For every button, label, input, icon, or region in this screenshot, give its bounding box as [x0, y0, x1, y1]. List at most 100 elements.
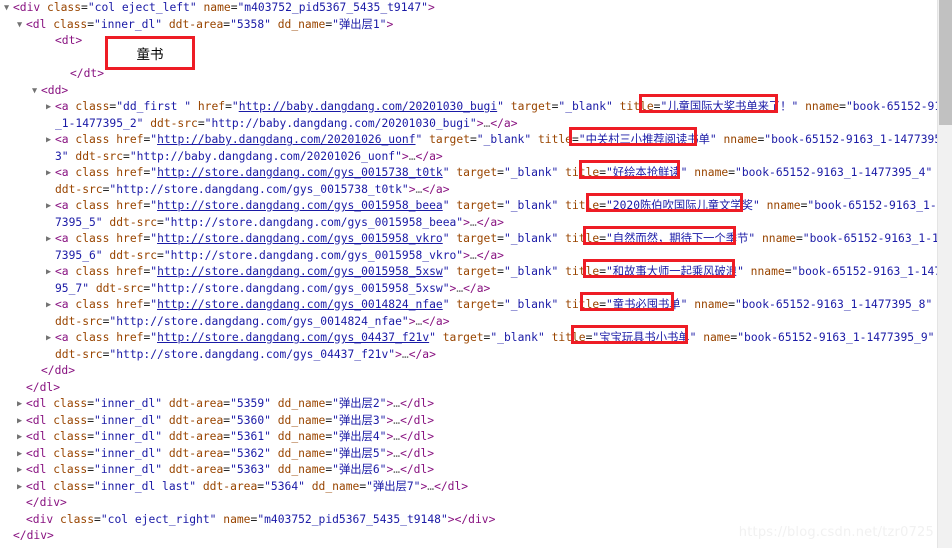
- code-value-token: 3": [55, 149, 76, 163]
- code-link-token[interactable]: http://store.dangdang.com/gys_0015958_vk…: [157, 232, 443, 245]
- code-attribute-token: nname: [805, 100, 840, 113]
- code-line[interactable]: 3" ddt-src="http://baby.dangdang.com/202…: [0, 149, 937, 166]
- code-attribute-token: nname: [723, 133, 758, 146]
- code-attribute-token: class: [75, 265, 117, 278]
- code-tag-token: >: [476, 116, 484, 130]
- code-value-token: "_blank": [503, 166, 566, 179]
- chevron-right-icon[interactable]: [46, 165, 55, 182]
- chevron-right-icon[interactable]: [46, 132, 55, 149]
- code-link-token[interactable]: http://baby.dangdang.com/20201026_uonf: [157, 133, 415, 146]
- code-line[interactable]: </div>: [0, 495, 937, 512]
- code-attribute-token: target: [456, 265, 498, 278]
- chevron-right-icon[interactable]: [46, 231, 55, 248]
- code-value-token: "inner_dl": [94, 446, 169, 460]
- code-punct-token: =: [497, 298, 504, 311]
- code-value-token: "弹出层5": [332, 446, 387, 460]
- code-line[interactable]: _1-1477395_2" ddt-src="http://baby.dangd…: [0, 116, 937, 133]
- code-attribute-token: nname: [766, 199, 801, 212]
- code-line[interactable]: <dd>: [0, 83, 937, 100]
- code-attribute-token: class: [60, 512, 95, 526]
- code-attribute-token: ddt-area: [168, 430, 224, 443]
- code-line[interactable]: 7395_6" ddt-src="http://store.dangdang.c…: [0, 248, 937, 265]
- code-line[interactable]: <a class href="http://store.dangdang.com…: [0, 297, 937, 314]
- code-line[interactable]: <dl class="inner_dl" ddt-area="5363" dd_…: [0, 462, 937, 479]
- code-line[interactable]: <a class href="http://store.dangdang.com…: [0, 330, 937, 347]
- code-line[interactable]: 95_7" ddt-src="http://store.dangdang.com…: [0, 281, 937, 298]
- chevron-right-icon[interactable]: [17, 413, 26, 430]
- code-value-token: "m403752_pid5367_5435_t9147": [237, 1, 428, 14]
- chevron-right-icon[interactable]: [46, 297, 55, 314]
- code-value-token: "http://store.dangdang.com/gys_0014824_n…: [109, 314, 409, 328]
- chevron-right-icon[interactable]: [17, 429, 26, 446]
- code-value-token: "5358": [230, 17, 278, 31]
- code-link-token[interactable]: http://store.dangdang.com/gys_0015958_be…: [157, 199, 443, 212]
- code-tag-token: <a: [55, 100, 76, 113]
- code-link-token[interactable]: http://store.dangdang.com/gys_0014824_nf…: [157, 298, 443, 311]
- code-line[interactable]: <dl class="inner_dl" ddt-area="5362" dd_…: [0, 446, 937, 463]
- code-line[interactable]: <dl class="inner_dl" ddt-area="5358" dd_…: [0, 17, 937, 34]
- code-value-token: _1-1477395_2": [55, 116, 151, 130]
- vertical-scrollbar-thumb[interactable]: [939, 0, 952, 125]
- code-line[interactable]: </dl>: [0, 380, 937, 397]
- code-link-token[interactable]: http://store.dangdang.com/gys_04437_f21v: [157, 331, 429, 344]
- code-attribute-token: ddt-src: [109, 248, 158, 262]
- code-punct-token: =: [497, 232, 504, 245]
- code-tag-token: >: [463, 215, 470, 229]
- devtools-elements-panel: <div class="col eject_left" name="m40375…: [0, 0, 952, 548]
- code-line[interactable]: </dt>: [0, 66, 937, 83]
- code-line[interactable]: 7395_5" ddt-src="http://store.dangdang.c…: [0, 215, 937, 232]
- code-attribute-token: class: [53, 413, 88, 427]
- code-ellipsis-token: …: [469, 248, 477, 262]
- chevron-right-icon[interactable]: [17, 446, 26, 463]
- code-line[interactable]: <a class href="http://store.dangdang.com…: [0, 198, 937, 215]
- code-tag-token: </a>: [408, 347, 436, 361]
- code-link-token[interactable]: http://store.dangdang.com/gys_0015738_t0…: [157, 166, 443, 179]
- code-line[interactable]: <dt>: [0, 33, 937, 50]
- code-line[interactable]: <div class="col eject_left" name="m40375…: [0, 0, 937, 17]
- code-tag-token: <a: [55, 199, 76, 212]
- code-punct-token: =: [784, 265, 792, 278]
- chevron-right-icon[interactable]: [46, 330, 55, 347]
- code-attribute-token: href: [116, 331, 144, 344]
- code-line[interactable]: <a class href="http://store.dangdang.com…: [0, 231, 937, 248]
- code-tag-token: </dl>: [400, 463, 435, 476]
- code-attribute-token: class: [75, 133, 117, 146]
- chevron-down-icon[interactable]: [17, 17, 26, 34]
- chevron-right-icon[interactable]: [46, 99, 55, 116]
- code-line[interactable]: <a class href="http://store.dangdang.com…: [0, 264, 937, 281]
- chevron-right-icon[interactable]: [17, 462, 26, 479]
- code-value-token: "_blank": [503, 298, 566, 311]
- code-line[interactable]: <a class href="http://store.dangdang.com…: [0, 165, 937, 182]
- chevron-right-icon[interactable]: [46, 198, 55, 215]
- code-value-token: "inner_dl": [94, 397, 169, 410]
- code-line[interactable]: <a class="dd_first " href="http://baby.d…: [0, 99, 937, 116]
- chevron-right-icon[interactable]: [17, 479, 26, 496]
- code-line[interactable]: <a class href = "http://baby.dangdang.com/…: [0, 132, 937, 149]
- code-value-token: "inner_dl last": [94, 479, 203, 493]
- vertical-scrollbar-track[interactable]: [937, 0, 952, 548]
- code-line[interactable]: <dl class="inner_dl last" ddt-area="5364…: [0, 479, 937, 496]
- code-attribute-token: class: [53, 397, 88, 410]
- dom-tree-code-view[interactable]: <div class="col eject_left" name="m40375…: [0, 0, 937, 548]
- chevron-right-icon[interactable]: [17, 396, 26, 413]
- code-line[interactable]: <dl class="inner_dl" ddt-area="5360" dd_…: [0, 413, 937, 430]
- code-attribute-token: ddt-area: [168, 413, 224, 427]
- code-link-token[interactable]: http://baby.dangdang.com/20201030_bugi: [239, 100, 497, 113]
- code-line[interactable]: ddt-src="http://store.dangdang.com/gys_0…: [0, 314, 937, 331]
- code-attribute-token: ddt-src: [95, 281, 144, 295]
- chevron-down-icon[interactable]: [4, 0, 13, 17]
- code-tag-token: <div: [26, 512, 61, 526]
- chevron-down-icon[interactable]: [32, 83, 41, 100]
- code-line[interactable]: ddt-src="http://store.dangdang.com/gys_0…: [0, 182, 937, 199]
- code-link-token[interactable]: http://store.dangdang.com/gys_0015958_5x…: [157, 265, 443, 278]
- code-tag-token: </div>: [26, 496, 67, 509]
- code-line[interactable]: [0, 50, 937, 67]
- code-line[interactable]: <dl class="inner_dl" ddt-area="5361" dd_…: [0, 429, 937, 446]
- code-line[interactable]: </dd>: [0, 363, 937, 380]
- code-line[interactable]: ddt-src="http://store.dangdang.com/gys_0…: [0, 347, 937, 364]
- chevron-right-icon[interactable]: [46, 264, 55, 281]
- code-value-token: "http://store.dangdang.com/gys_0015958_b…: [163, 215, 464, 229]
- code-punct-token: =: [599, 232, 606, 245]
- code-value-token: "弹出层6": [332, 463, 387, 476]
- code-line[interactable]: <dl class="inner_dl" ddt-area="5359" dd_…: [0, 396, 937, 413]
